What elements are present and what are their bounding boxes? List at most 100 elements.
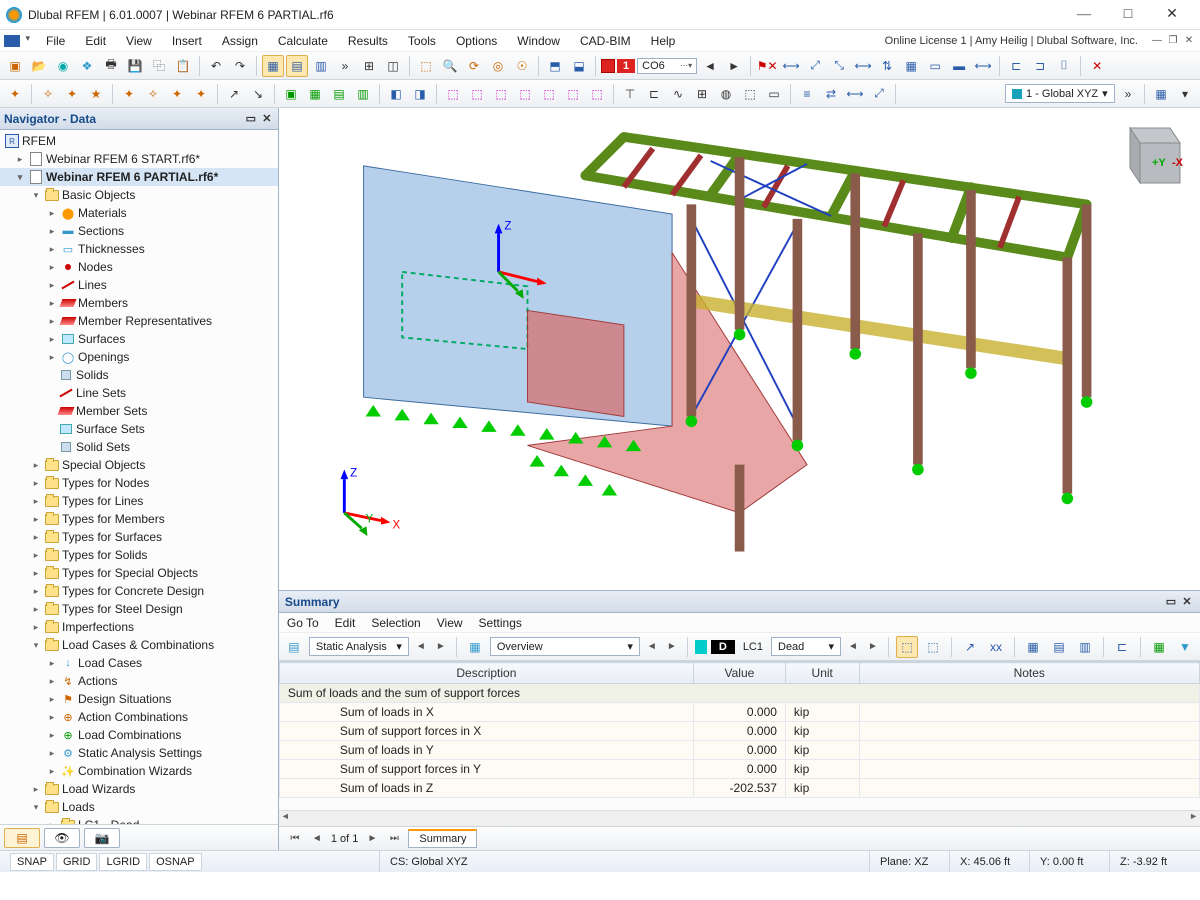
filter2-icon[interactable]: ⬚ — [922, 636, 944, 658]
tree-item[interactable]: ▸✨Combination Wizards — [0, 762, 278, 780]
next-icon[interactable]: ► — [664, 639, 680, 655]
cloud-icon[interactable]: ◉ — [52, 55, 74, 77]
calculate-icon[interactable]: ✕ — [1086, 55, 1108, 77]
pager-last-icon[interactable]: ⏭ — [386, 831, 402, 847]
t2-22-icon[interactable]: ⬚ — [562, 83, 584, 105]
model-viewport[interactable]: Z Z X Y +Y -X — [279, 108, 1200, 590]
dim1-icon[interactable]: ⟷ — [780, 55, 802, 77]
target-icon[interactable]: ◎ — [487, 55, 509, 77]
t2-5-icon[interactable]: ✦ — [118, 83, 140, 105]
col-notes[interactable]: Notes — [859, 663, 1199, 684]
table-row[interactable]: Sum of loads in Z-202.537kip — [279, 779, 1199, 798]
export-icon[interactable]: ▦ — [1148, 636, 1170, 658]
block-icon[interactable]: ❖ — [76, 55, 98, 77]
analysis-dropdown[interactable]: Static Analysis▾ — [309, 637, 409, 656]
new-icon[interactable]: ▣ — [4, 55, 26, 77]
panel2-icon[interactable]: ▤ — [286, 55, 308, 77]
menu-file[interactable]: File — [36, 32, 75, 50]
tree-root[interactable]: RRFEM — [0, 132, 278, 150]
t2-23-icon[interactable]: ⬚ — [586, 83, 608, 105]
save-icon[interactable]: 🖶 — [100, 55, 122, 77]
pager-first-icon[interactable]: ⏮ — [287, 831, 303, 847]
t2-12-icon[interactable]: ▦ — [304, 83, 326, 105]
menu-window[interactable]: Window — [507, 32, 570, 50]
horizontal-scrollbar[interactable] — [279, 810, 1200, 826]
tree-group[interactable]: ▸Types for Lines — [0, 492, 278, 510]
panel-float-icon[interactable]: ▭ — [244, 112, 258, 126]
tree-item[interactable]: ▸Nodes — [0, 258, 278, 276]
menu-calculate[interactable]: Calculate — [268, 32, 338, 50]
maximize-button[interactable]: □ — [1106, 1, 1150, 29]
t2-layer-icon[interactable]: ▦ — [1150, 83, 1172, 105]
col-unit[interactable]: Unit — [785, 663, 859, 684]
t2-2-icon[interactable]: ✧ — [37, 83, 59, 105]
t2-28-icon[interactable]: ◍ — [715, 83, 737, 105]
paste-icon[interactable]: 📋 — [172, 55, 194, 77]
dim2-icon[interactable]: ⤢ — [804, 55, 826, 77]
tree-file[interactable]: ▸Webinar RFEM 6 START.rf6* — [0, 150, 278, 168]
lc-dropdown[interactable]: CO6 ⋯▾ — [637, 58, 697, 74]
pager-next-icon[interactable]: ► — [364, 831, 380, 847]
menu-insert[interactable]: Insert — [162, 32, 212, 50]
col-description[interactable]: Description — [279, 663, 693, 684]
tree-group[interactable]: ▸Types for Concrete Design — [0, 582, 278, 600]
nav-tab-data[interactable]: ▤ — [4, 828, 40, 848]
summary-menu-view[interactable]: View — [437, 616, 463, 630]
tree-group[interactable]: ▸Types for Steel Design — [0, 600, 278, 618]
t2-7-icon[interactable]: ✦ — [166, 83, 188, 105]
dim3-icon[interactable]: ⤡ — [828, 55, 850, 77]
tree-item[interactable]: Solid Sets — [0, 438, 278, 456]
coord-system-dropdown[interactable]: 1 - Global XYZ ▾ — [1005, 84, 1115, 103]
tree-group[interactable]: ▸Special Objects — [0, 456, 278, 474]
filter1-icon[interactable]: ⬚ — [896, 636, 918, 658]
summary-menu-goto[interactable]: Go To — [287, 616, 319, 630]
t2-20-icon[interactable]: ⬚ — [514, 83, 536, 105]
snap-toggle[interactable]: SNAP — [10, 853, 54, 871]
prev-icon[interactable]: ◄ — [644, 639, 660, 655]
redo-icon[interactable]: ↷ — [229, 55, 251, 77]
saveall-icon[interactable]: 💾 — [124, 55, 146, 77]
table-row[interactable]: Sum of support forces in X0.000kip — [279, 722, 1199, 741]
osnap-toggle[interactable]: OSNAP — [149, 853, 202, 871]
tree-group[interactable]: ▸Types for Nodes — [0, 474, 278, 492]
section2-icon[interactable]: ⊐ — [1029, 55, 1051, 77]
result3-icon[interactable]: ⟷ — [972, 55, 994, 77]
result2-icon[interactable]: ▬ — [948, 55, 970, 77]
result1-icon[interactable]: ▭ — [924, 55, 946, 77]
filter-icon[interactable]: ▼ — [1174, 636, 1196, 658]
copy-icon[interactable]: ⿻ — [148, 55, 170, 77]
pager-prev-icon[interactable]: ◄ — [309, 831, 325, 847]
tree-group[interactable]: ▸Load Wizards — [0, 780, 278, 798]
tree-basic-objects[interactable]: ▾Basic Objects — [0, 186, 278, 204]
select-icon[interactable]: ⬚ — [415, 55, 437, 77]
refresh-icon[interactable]: ⟳ — [463, 55, 485, 77]
section3-icon[interactable]: ⌷ — [1053, 55, 1075, 77]
minimize-button[interactable]: — — [1062, 1, 1106, 29]
tree-item[interactable]: ▸◯Openings — [0, 348, 278, 366]
tree-group[interactable]: ▸Types for Solids — [0, 546, 278, 564]
lgrid-toggle[interactable]: LGRID — [99, 853, 147, 871]
t2-4-icon[interactable]: ★ — [85, 83, 107, 105]
dim5-icon[interactable]: ⇅ — [876, 55, 898, 77]
tree-loads[interactable]: ▾Loads — [0, 798, 278, 816]
view2-icon[interactable]: ⬓ — [568, 55, 590, 77]
tree-item[interactable]: ▸▭Thicknesses — [0, 240, 278, 258]
lc-next-icon[interactable]: ► — [723, 55, 745, 77]
tree-item[interactable]: ▸Member Representatives — [0, 312, 278, 330]
nav-tab-display[interactable]: 👁 — [44, 828, 80, 848]
view1-icon[interactable]: ⬒ — [544, 55, 566, 77]
tree-lcc[interactable]: ▾Load Cases & Combinations — [0, 636, 278, 654]
close-button[interactable]: ✕ — [1150, 1, 1194, 29]
t2-31-icon[interactable]: ≡ — [796, 83, 818, 105]
tree-item[interactable]: ▸⚑Design Situations — [0, 690, 278, 708]
tree-file-active[interactable]: ▾Webinar RFEM 6 PARTIAL.rf6* — [0, 168, 278, 186]
summary-tab[interactable]: Summary — [408, 829, 477, 848]
t2-16-icon[interactable]: ◨ — [409, 83, 431, 105]
tree-item[interactable]: Member Sets — [0, 402, 278, 420]
tree-group[interactable]: ▸Types for Members — [0, 510, 278, 528]
menu-options[interactable]: Options — [446, 32, 507, 50]
lc-prev-icon[interactable]: ◄ — [699, 55, 721, 77]
t2-32-icon[interactable]: ⇄ — [820, 83, 842, 105]
t2-9-icon[interactable]: ↗ — [223, 83, 245, 105]
t2-30-icon[interactable]: ▭ — [763, 83, 785, 105]
